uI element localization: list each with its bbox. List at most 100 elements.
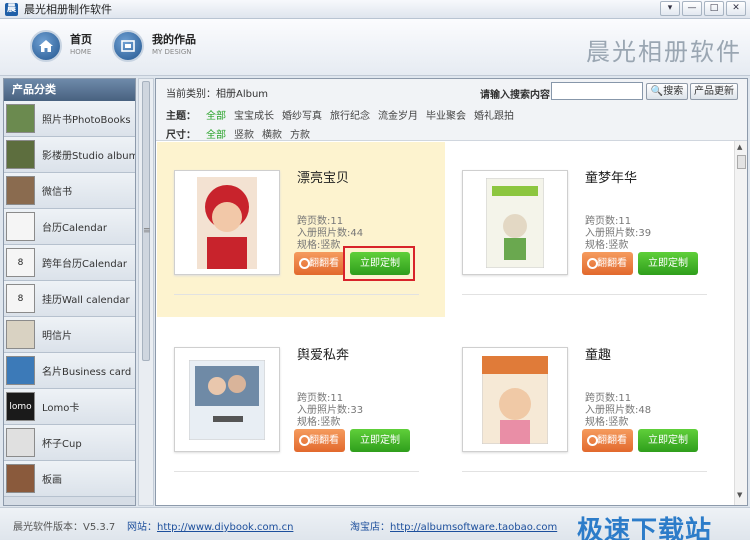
sidebar-category-item[interactable]: 微信书	[4, 173, 135, 209]
sidebar-category-item[interactable]: 板画	[4, 461, 135, 497]
preview-button[interactable]: 翻翻看	[294, 429, 345, 452]
website-link[interactable]: http://www.diybook.com.cn	[157, 522, 293, 533]
sidebar-category-item[interactable]: 台历Calendar	[4, 209, 135, 245]
category-list: 照片书PhotoBooks 影楼册Studio album 微信书台历Calenda…	[4, 101, 135, 497]
scrollbar-thumb[interactable]	[737, 155, 746, 169]
shop-label: 淘宝店：	[350, 522, 390, 533]
card-divider	[174, 471, 419, 472]
sidebar-category-label: 台历Calendar	[42, 223, 107, 234]
album-card[interactable]: 漂亮宝贝 跨页数:11 入册照片数:44 规格:竖款 翻翻看 立即定制	[157, 142, 445, 317]
size-option[interactable]: 方款	[290, 126, 310, 141]
home-icon	[30, 30, 62, 62]
sidebar-category-label: 照片书PhotoBooks	[42, 115, 131, 126]
shop-link-group: 淘宝店：http://albumsoftware.taobao.com	[350, 518, 557, 533]
sidebar-category-item[interactable]: 明信片	[4, 317, 135, 353]
album-cover[interactable]	[462, 347, 568, 452]
sidebar-category-label: 微信书	[42, 187, 72, 198]
sidebar-splitter[interactable]: ≡	[138, 78, 154, 506]
preview-button[interactable]: 翻翻看	[582, 252, 633, 275]
theme-option[interactable]: 婚纱写真	[282, 107, 322, 122]
album-cover[interactable]	[462, 170, 568, 275]
maximize-button[interactable]: □	[704, 1, 724, 16]
category-thumbnail-icon	[6, 140, 35, 169]
search-input[interactable]	[551, 82, 643, 100]
nav-my-design-label: 我的作品	[152, 33, 196, 46]
sidebar-category-item[interactable]: 照片书PhotoBooks	[4, 101, 135, 137]
scroll-down-icon[interactable]: ▼	[737, 491, 742, 499]
app-header: 首页 HOME 我的作品 MY DESIGN 晨光相册软件	[0, 19, 750, 76]
search-button[interactable]: 🔍搜索	[646, 83, 688, 100]
brand-title: 晨光相册软件	[586, 38, 742, 66]
album-card[interactable]: 童梦年华 跨页数:11 入册照片数:39 规格:竖款 翻翻看 立即定制	[445, 142, 733, 317]
cover-thumbnail-icon	[482, 355, 548, 444]
theme-option[interactable]: 流金岁月	[378, 107, 418, 122]
minimize-button[interactable]: —	[682, 1, 702, 16]
size-option[interactable]: 横款	[262, 126, 282, 141]
theme-option[interactable]: 毕业聚会	[426, 107, 466, 122]
card-divider	[462, 294, 707, 295]
sidebar-category-label: 板画	[42, 475, 62, 486]
theme-option[interactable]: 旅行纪念	[330, 107, 370, 122]
customize-button[interactable]: 立即定制	[638, 252, 698, 275]
category-thumbnail-icon: lomo	[6, 392, 35, 421]
content-scrollbar[interactable]: ▲ ▼	[734, 141, 747, 505]
nav-home[interactable]: 首页 HOME	[30, 30, 92, 62]
product-update-button[interactable]: 产品更新	[690, 83, 738, 100]
customize-button[interactable]: 立即定制	[350, 429, 410, 452]
preview-button-label: 翻翻看	[597, 258, 627, 269]
size-option-all[interactable]: 全部	[206, 126, 226, 141]
theme-label: 主题：	[166, 111, 196, 122]
album-cover[interactable]	[174, 347, 280, 452]
website-link-group: 网站：http://www.diybook.com.cn	[127, 518, 293, 533]
status-footer: 晨光软件版本：V5.3.7 网站：http://www.diybook.com.…	[0, 507, 750, 540]
shop-link[interactable]: http://albumsoftware.taobao.com	[390, 522, 557, 533]
sidebar-category-item[interactable]: lomo Lomo卡	[4, 389, 135, 425]
sidebar-category-item[interactable]: 8 挂历Wall calendar	[4, 281, 135, 317]
category-thumbnail-icon: 8	[6, 284, 35, 313]
cover-thumbnail-icon	[486, 177, 544, 268]
album-spec: 规格:竖款	[585, 417, 629, 428]
customize-button[interactable]: 立即定制	[638, 429, 698, 452]
size-option[interactable]: 竖款	[234, 126, 254, 141]
album-title: 舆爱私奔	[297, 348, 350, 363]
theme-option-all[interactable]: 全部	[206, 107, 226, 122]
sidebar-category-item[interactable]: 杯子Cup	[4, 425, 135, 461]
sidebar-scrollbar-thumb[interactable]	[142, 81, 150, 361]
card-divider	[462, 471, 707, 472]
sidebar-category-item[interactable]: 影楼册Studio album	[4, 137, 135, 173]
sidebar-category-label: Lomo卡	[42, 403, 80, 414]
window-controls: ▾ — □ ✕	[660, 1, 746, 16]
nav-my-design-sublabel: MY DESIGN	[152, 48, 192, 56]
preview-button[interactable]: 翻翻看	[294, 252, 345, 275]
preview-button-label: 翻翻看	[309, 435, 339, 446]
category-thumbnail-icon	[6, 104, 35, 133]
sidebar-category-label: 名片Business card	[42, 367, 132, 378]
dropdown-menu-button[interactable]: ▾	[660, 1, 680, 16]
filter-bar: 当前类别：相册Album 请输入搜索内容： 🔍搜索 产品更新 主题： 全部 宝宝…	[156, 79, 747, 141]
album-card[interactable]: 童趣 跨页数:11 入册照片数:48 规格:竖款 翻翻看 立即定制	[445, 319, 733, 494]
album-icon	[112, 30, 144, 62]
current-category: 当前类别：相册Album	[166, 89, 269, 100]
app-icon: 晨	[5, 2, 18, 16]
scroll-up-icon[interactable]: ▲	[737, 143, 742, 151]
watermark-logo: 极速下载站	[577, 516, 713, 540]
album-card[interactable]: 舆爱私奔 跨页数:11 入册照片数:33 规格:竖款 翻翻看 立即定制	[157, 319, 445, 494]
preview-icon	[587, 435, 598, 446]
sidebar-category-item[interactable]: 名片Business card	[4, 353, 135, 389]
nav-my-design[interactable]: 我的作品 MY DESIGN	[112, 30, 196, 62]
preview-button[interactable]: 翻翻看	[582, 429, 633, 452]
album-cover[interactable]	[174, 170, 280, 275]
theme-option[interactable]: 婚礼跟拍	[474, 107, 514, 122]
highlight-box	[343, 246, 415, 281]
version-text: 晨光软件版本：V5.3.7	[13, 522, 116, 533]
preview-icon	[587, 258, 598, 269]
sidebar-category-item[interactable]: 8 跨年台历Calendar	[4, 245, 135, 281]
theme-filter-row: 主题： 全部 宝宝成长 婚纱写真 旅行纪念 流金岁月 毕业聚会 婚礼跟拍	[166, 107, 514, 122]
card-divider	[174, 294, 419, 295]
splitter-grip-icon[interactable]: ≡	[143, 226, 151, 236]
category-thumbnail-icon	[6, 176, 35, 205]
nav-home-label: 首页	[70, 33, 92, 46]
close-button[interactable]: ✕	[726, 1, 746, 16]
category-thumbnail-icon	[6, 356, 35, 385]
theme-option[interactable]: 宝宝成长	[234, 107, 274, 122]
